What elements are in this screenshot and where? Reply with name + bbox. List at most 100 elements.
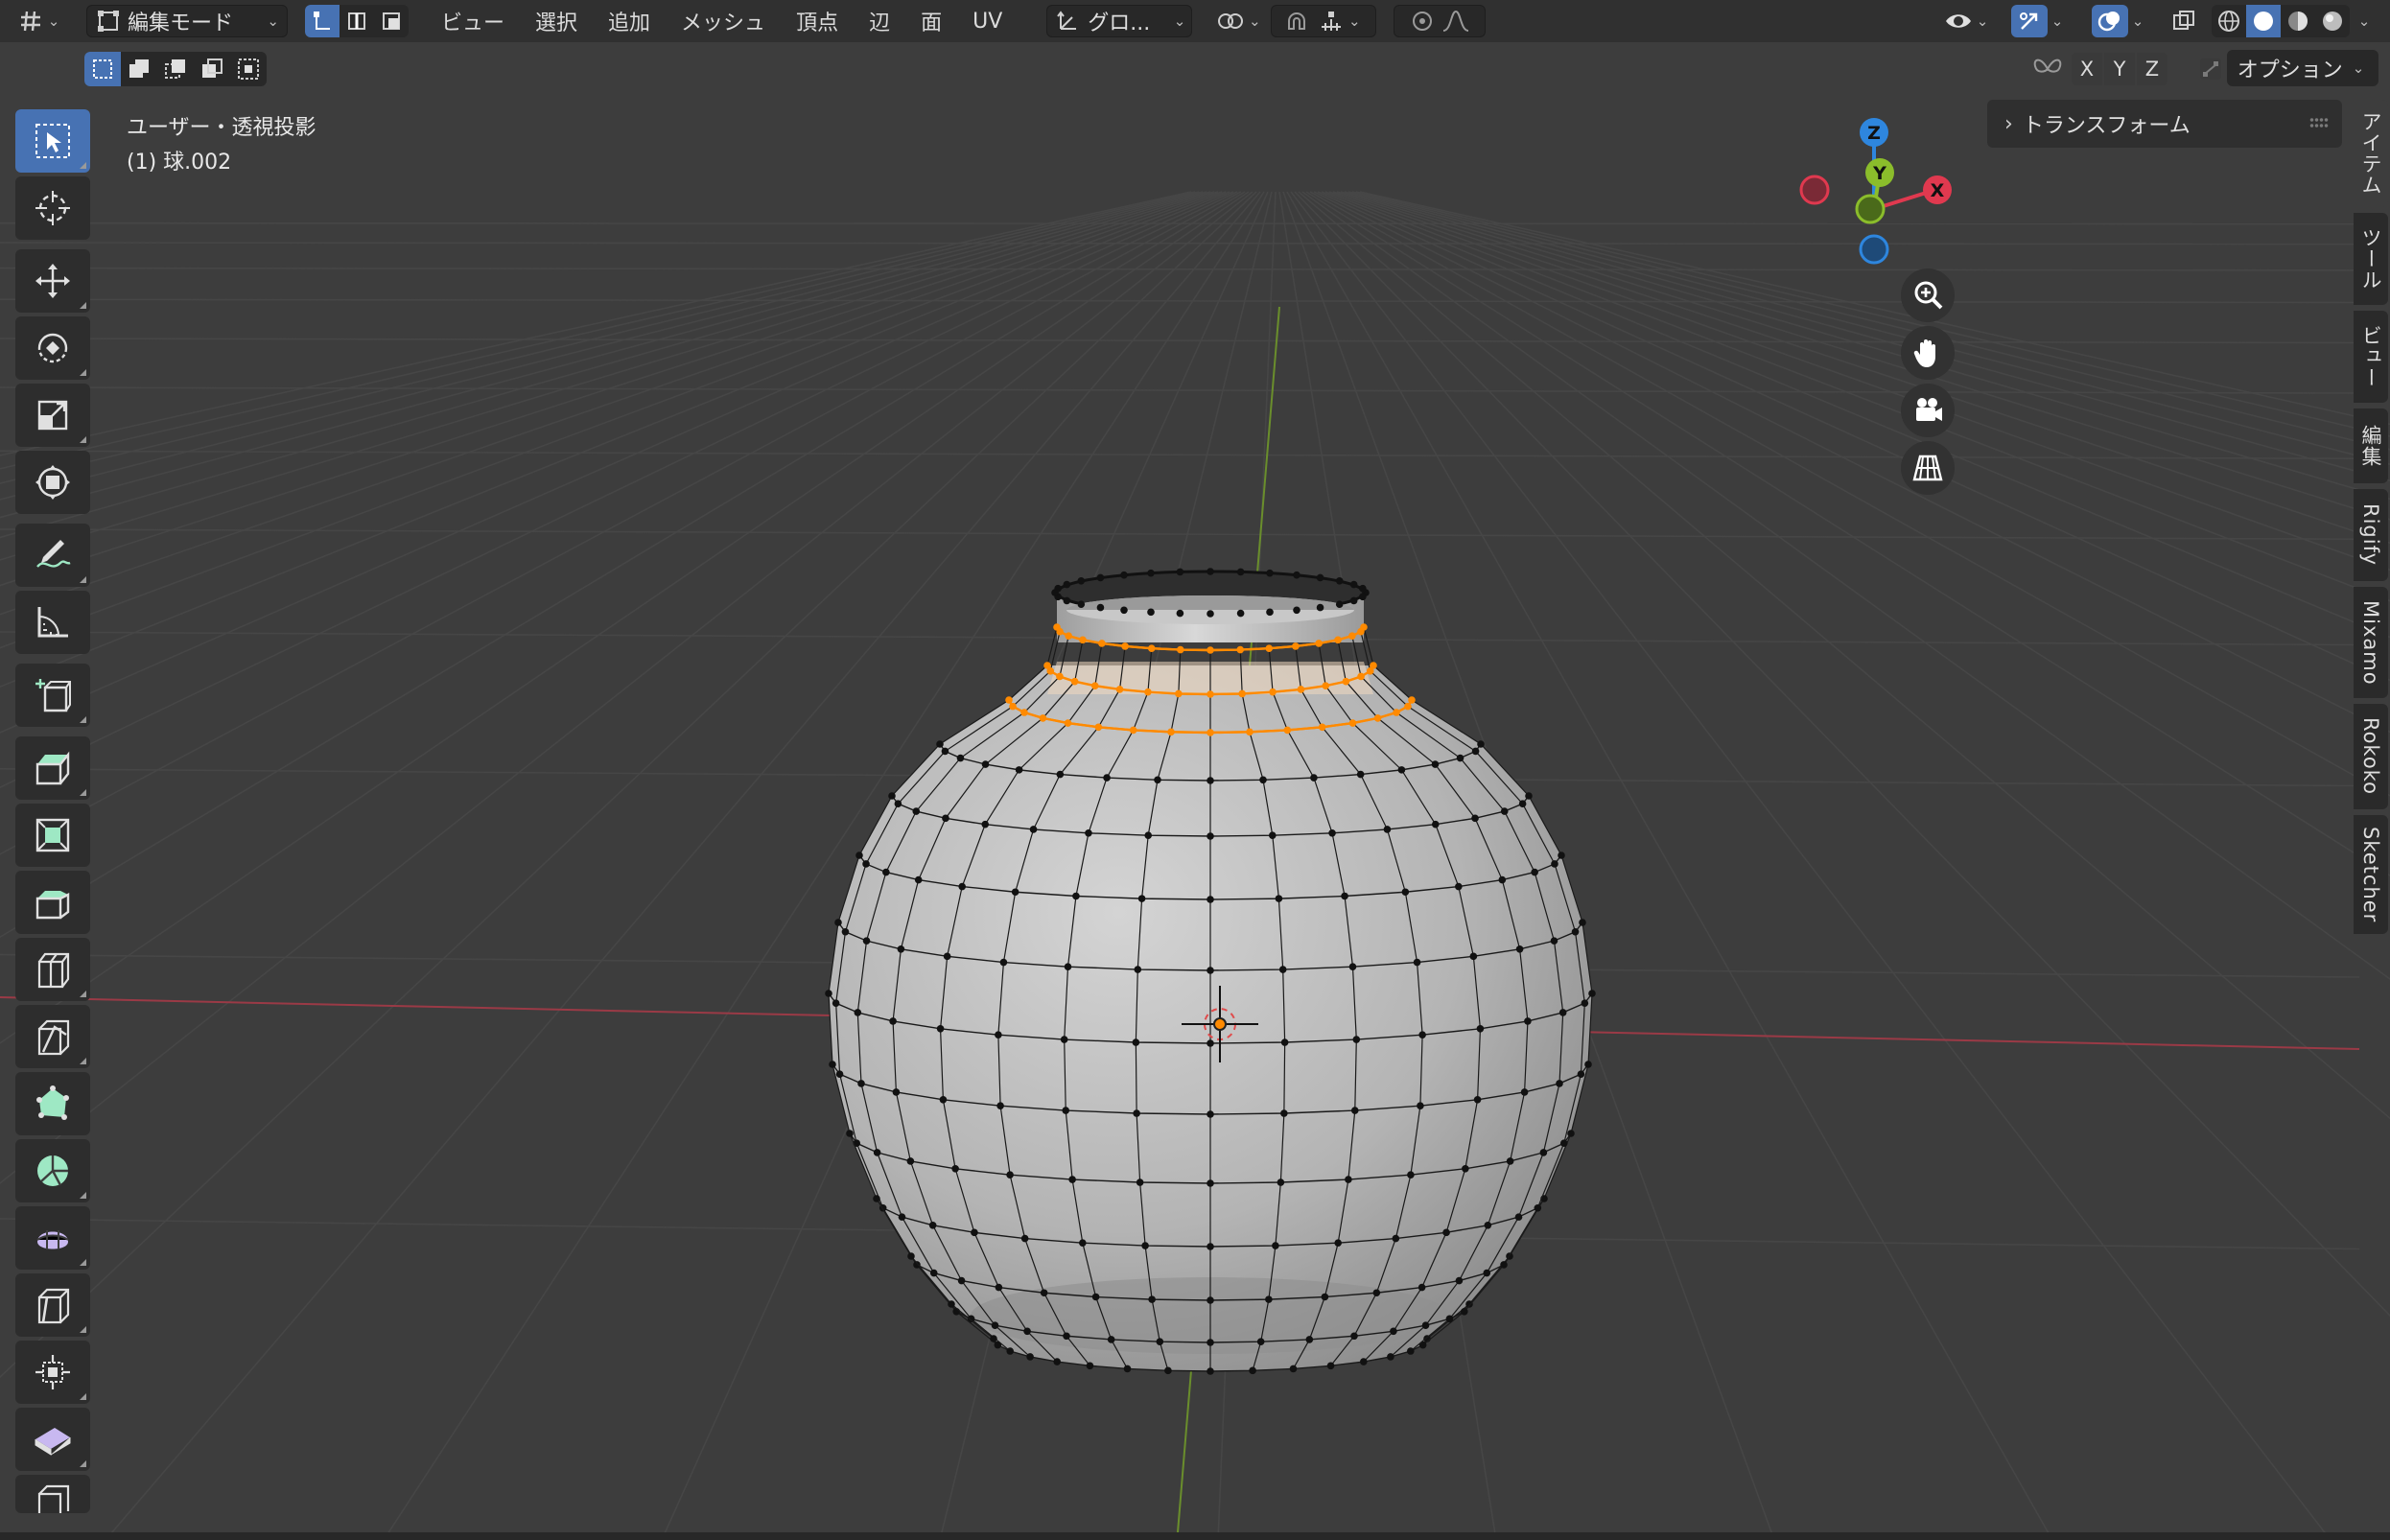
3d-cursor-icon	[35, 191, 70, 225]
selection-mode-toggle[interactable]	[84, 52, 267, 86]
tab-sketcher[interactable]: Sketcher	[2354, 815, 2388, 934]
menu-vertex[interactable]: 頂点	[781, 5, 854, 37]
tab-edit[interactable]: 編集	[2354, 408, 2388, 483]
spin-tool[interactable]	[15, 1139, 90, 1202]
mirror-z-button[interactable]: Z	[2137, 53, 2167, 85]
menu-add[interactable]: 追加	[593, 5, 666, 37]
tab-view[interactable]: ビュー	[2354, 311, 2388, 403]
shrink-fatten-tool[interactable]	[15, 1341, 90, 1404]
options-label: オプション	[2237, 58, 2343, 82]
transform-panel-title: トランスフォーム	[2022, 114, 2191, 138]
transform-orientation-dropdown[interactable]: グロ... ⌄	[1046, 5, 1193, 37]
pivot-link-icon	[1217, 13, 1243, 29]
wireframe-shading-button[interactable]	[2212, 5, 2246, 37]
scale-tool[interactable]	[15, 384, 90, 447]
ortho-toggle-button[interactable]	[1901, 441, 1955, 495]
drag-grip-icon[interactable]	[2309, 117, 2329, 128]
zoom-magnifier-icon	[1914, 281, 1943, 310]
gizmos-toggle-group[interactable]: ⌄	[1999, 5, 2079, 37]
xray-toggle[interactable]	[2160, 5, 2208, 37]
tab-rokoko[interactable]: Rokoko	[2354, 704, 2388, 809]
knife-tool[interactable]	[15, 1005, 90, 1068]
edge-slide-tool[interactable]	[15, 1273, 90, 1337]
select-intersect-icon	[238, 58, 259, 80]
3d-viewport[interactable]: ZYX	[0, 0, 2390, 1540]
chevron-right-icon: ›	[2004, 111, 2013, 136]
mode-dropdown[interactable]: 編集モード ⌄	[86, 5, 288, 37]
poly-build-icon	[36, 1085, 69, 1120]
select-subtract-button[interactable]	[157, 52, 194, 86]
transform-panel-header[interactable]: › トランスフォーム	[1987, 100, 2342, 148]
shading-mode-toggle[interactable]	[2212, 5, 2350, 37]
camera-view-button[interactable]	[1901, 384, 1955, 437]
svg-text:X: X	[1931, 180, 1945, 201]
ruler-icon	[37, 607, 68, 638]
shrink-fatten-icon	[35, 1355, 70, 1389]
options-dropdown[interactable]: オプション ⌄	[2227, 50, 2378, 86]
bevel-tool[interactable]	[15, 871, 90, 934]
poly-build-tool[interactable]	[15, 1072, 90, 1135]
edge-select-button[interactable]	[340, 5, 374, 37]
tab-mixamo[interactable]: Mixamo	[2354, 587, 2388, 698]
solid-sphere-icon	[2254, 12, 2273, 31]
menu-view[interactable]: ビュー	[426, 5, 520, 37]
spin-icon	[37, 1155, 68, 1186]
active-object-name: (1) 球.002	[127, 151, 232, 175]
annotate-tool[interactable]	[15, 524, 90, 587]
smooth-tool[interactable]	[15, 1206, 90, 1270]
move-tool[interactable]	[15, 249, 90, 313]
vertex-select-button[interactable]	[305, 5, 340, 37]
mirror-x-button[interactable]: X	[2072, 53, 2102, 85]
face-select-button[interactable]	[374, 5, 409, 37]
auto-merge-icon[interactable]	[2194, 55, 2227, 83]
gizmos-toggle[interactable]	[2010, 5, 2048, 37]
svg-text:Y: Y	[1872, 163, 1886, 184]
cursor-tool[interactable]	[15, 176, 90, 240]
snapping-group[interactable]: ⌄	[1271, 5, 1377, 37]
menu-mesh[interactable]: メッシュ	[666, 5, 781, 37]
mirror-y-button[interactable]: Y	[2104, 53, 2135, 85]
rip-tool[interactable]	[15, 1475, 90, 1513]
select-extend-button[interactable]	[121, 52, 157, 86]
material-preview-button[interactable]	[2281, 5, 2315, 37]
pivot-point-button[interactable]: ⌄	[1209, 5, 1271, 37]
viewport-header: ⌄ 編集モード ⌄ ビュー 選択 追加 メッシュ 頂点 辺 面 UV グロ...…	[0, 0, 2390, 42]
solid-shading-button[interactable]	[2246, 5, 2281, 37]
overlays-toggle[interactable]	[2091, 5, 2128, 37]
rotate-tool[interactable]	[15, 316, 90, 380]
loop-cut-tool[interactable]	[15, 938, 90, 1001]
menu-edge[interactable]: 辺	[854, 5, 905, 37]
select-mode-toggle[interactable]	[305, 5, 409, 37]
shear-icon	[35, 1428, 71, 1456]
zoom-button[interactable]	[1901, 268, 1955, 322]
rotate-icon	[37, 333, 68, 363]
view-name: ユーザー・透視投影	[127, 116, 316, 140]
tab-item[interactable]: アイテム	[2354, 100, 2388, 207]
select-intersect-button[interactable]	[230, 52, 267, 86]
menu-select[interactable]: 選択	[520, 5, 593, 37]
rendered-shading-button[interactable]	[2315, 5, 2350, 37]
menu-face[interactable]: 面	[905, 5, 957, 37]
tab-rigify[interactable]: Rigify	[2354, 489, 2388, 581]
transform-icon	[35, 465, 70, 500]
select-box-tool[interactable]	[15, 109, 90, 173]
transform-tool[interactable]	[15, 451, 90, 514]
overlays-toggle-group[interactable]: ⌄	[2079, 5, 2160, 37]
visibility-button[interactable]: ⌄	[1937, 5, 1999, 37]
falloff-curve-icon	[1442, 10, 1469, 32]
proportional-edit-group[interactable]	[1394, 5, 1487, 37]
extrude-tool[interactable]	[15, 736, 90, 800]
tab-tool[interactable]: ツール	[2354, 213, 2388, 305]
measure-tool[interactable]	[15, 591, 90, 654]
inset-faces-tool[interactable]	[15, 804, 90, 867]
pan-button[interactable]	[1901, 326, 1955, 380]
select-invert-button[interactable]	[194, 52, 230, 86]
editor-type-button[interactable]: ⌄	[12, 5, 69, 37]
menu-uv[interactable]: UV	[957, 5, 1018, 37]
select-new-button[interactable]	[84, 52, 121, 86]
shear-tool[interactable]	[15, 1408, 90, 1471]
shading-options-button[interactable]: ⌄	[2350, 5, 2378, 37]
bevel-icon	[35, 891, 70, 920]
add-cube-tool[interactable]	[15, 664, 90, 727]
extrude-icon	[35, 751, 70, 785]
